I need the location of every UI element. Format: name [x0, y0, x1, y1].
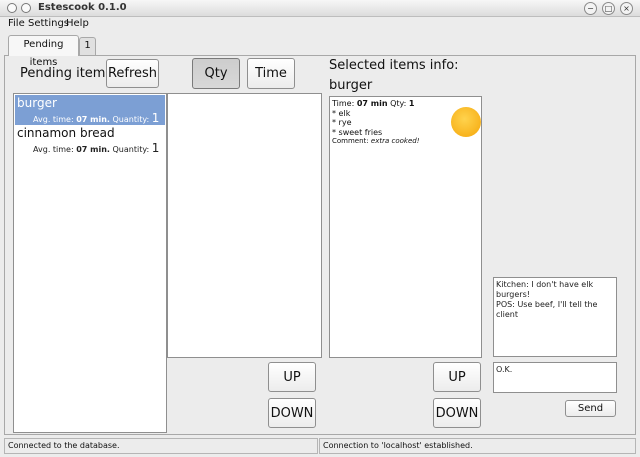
close-icon[interactable]: ×: [620, 2, 633, 15]
chat-log: Kitchen: I don't have elk burgers! POS: …: [493, 277, 617, 357]
menu-file[interactable]: File: [8, 18, 25, 29]
list-item[interactable]: cinnamon bread Avg. time: 07 min. Quanti…: [15, 125, 165, 155]
minimize-icon[interactable]: −: [584, 2, 597, 15]
window-title: Estescook 0.1.0: [38, 2, 127, 13]
tab-pending-items[interactable]: Pending items: [8, 35, 79, 68]
menu-help[interactable]: Help: [66, 18, 89, 29]
status-left: Connected to the database.: [4, 438, 318, 454]
tab-1[interactable]: 1: [79, 37, 96, 55]
chat-message: POS: Use beef, I'll tell the client: [496, 300, 598, 319]
comment-line: Comment: extra cooked!: [332, 137, 420, 145]
middle-list: [167, 93, 322, 358]
sort-time-button[interactable]: Time: [247, 58, 295, 89]
item-meta: Avg. time: 07 min. Quantity: 1: [33, 141, 160, 155]
chat-message: Kitchen: I don't have elk burgers!: [496, 280, 594, 299]
menu-settings[interactable]: Settings: [28, 18, 69, 29]
refresh-button[interactable]: Refresh: [106, 59, 159, 88]
item-meta: Avg. time: 07 min. Quantity: 1: [33, 111, 160, 125]
time-qty-line: Time: 07 min Qty: 1: [332, 99, 415, 108]
selected-down-button[interactable]: DOWN: [433, 398, 481, 428]
chat-messages: Kitchen: I don't have elk burgers! POS: …: [494, 278, 616, 322]
status-orb-icon: [451, 107, 481, 137]
menu-bar: File Settings Help: [0, 17, 640, 31]
list-item[interactable]: burger Avg. time: 07 min. Quantity: 1: [15, 95, 165, 125]
sort-qty-button[interactable]: Qty: [192, 58, 240, 89]
status-right: Connection to 'localhost' established.: [319, 438, 636, 454]
title-bar: Estescook 0.1.0 − □ ×: [0, 0, 640, 17]
item-name: burger: [17, 96, 57, 110]
sticky-icon[interactable]: [21, 3, 31, 13]
item-name: cinnamon bread: [17, 126, 115, 140]
pending-items-list: burger Avg. time: 07 min. Quantity: 1 ci…: [13, 93, 167, 433]
chat-input[interactable]: O.K.: [493, 362, 617, 393]
selected-items-label: Selected items info:: [329, 58, 459, 73]
chat-input-value: O.K.: [496, 365, 513, 374]
app-menu-icon[interactable]: [7, 3, 17, 13]
send-button[interactable]: Send: [565, 400, 616, 417]
selected-item-name: burger: [329, 78, 373, 93]
selected-up-button[interactable]: UP: [433, 362, 481, 392]
middle-up-button[interactable]: UP: [268, 362, 316, 392]
maximize-icon[interactable]: □: [602, 2, 615, 15]
middle-down-button[interactable]: DOWN: [268, 398, 316, 428]
